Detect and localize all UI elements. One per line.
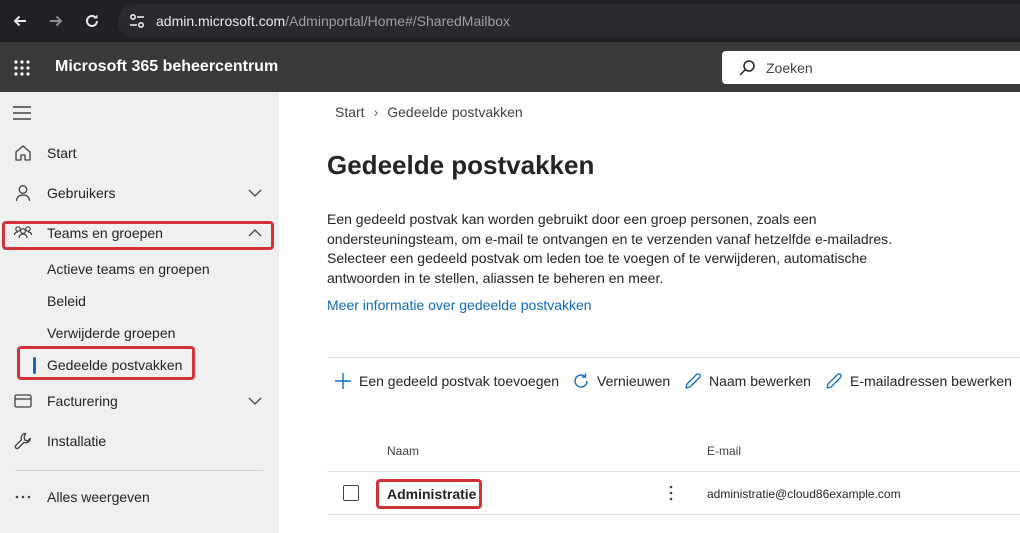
edit-name-label: Naam bewerken <box>709 373 811 389</box>
mailbox-email: administratie@cloud86example.com <box>707 487 901 501</box>
page-title: Gedeelde postvakken <box>327 150 595 180</box>
app-launcher-icon[interactable] <box>13 59 31 77</box>
home-icon <box>15 145 31 161</box>
edit-email-addresses-button[interactable]: E-mailadressen bewerken <box>825 370 1012 392</box>
add-shared-mailbox-button[interactable]: Een gedeeld postvak toevoegen <box>334 370 559 392</box>
column-header-email[interactable]: E-mail <box>707 444 741 458</box>
forward-button[interactable] <box>43 8 69 34</box>
sidebar-subitem-label: Beleid <box>47 293 86 309</box>
highlight-administratie <box>376 479 482 509</box>
billing-icon <box>14 394 32 408</box>
url-path: /Adminportal/Home#/SharedMailbox <box>285 13 511 29</box>
sidebar-item-alles-weergeven[interactable]: Alles weergeven <box>0 481 279 513</box>
chevron-down-icon[interactable] <box>248 187 262 199</box>
sidebar-item-label: Start <box>47 145 77 161</box>
chevron-right-icon: › <box>373 104 379 120</box>
search-icon <box>739 60 755 76</box>
highlight-gedeelde-postvakken <box>17 346 195 380</box>
pencil-icon <box>826 373 842 389</box>
row-checkbox[interactable] <box>343 485 359 501</box>
refresh-label: Vernieuwen <box>597 373 671 389</box>
highlight-teams-en-groepen <box>2 221 274 250</box>
sidebar-subitem-beleid[interactable]: Beleid <box>0 286 279 316</box>
person-icon <box>15 185 31 202</box>
edit-email-addresses-label: E-mailadressen bewerken <box>850 373 1012 389</box>
sidebar-subitem-label: Verwijderde groepen <box>47 325 176 341</box>
refresh-button[interactable]: Vernieuwen <box>572 370 670 392</box>
page-description: Een gedeeld postvak kan worden gebruikt … <box>327 211 893 286</box>
table-row-divider <box>327 514 1020 515</box>
url-host: admin.microsoft.com <box>156 13 286 29</box>
sidebar-item-facturering[interactable]: Facturering <box>0 385 279 417</box>
sidebar-item-installatie[interactable]: Installatie <box>0 425 279 457</box>
sidebar-item-start[interactable]: Start <box>0 137 279 169</box>
sidebar: Start Gebruikers Teams en groepen Actiev… <box>0 92 279 533</box>
refresh-icon <box>574 373 588 388</box>
sidebar-item-gebruikers[interactable]: Gebruikers <box>0 177 279 209</box>
sidebar-divider <box>15 470 263 471</box>
breadcrumb: Start › Gedeelde postvakken <box>335 104 523 120</box>
arrow-left-icon <box>13 15 26 27</box>
sidebar-item-label: Installatie <box>47 433 107 449</box>
breadcrumb-current: Gedeelde postvakken <box>387 104 523 120</box>
breadcrumb-root[interactable]: Start <box>335 104 365 120</box>
app-title[interactable]: Microsoft 365 beheercentrum <box>55 58 278 76</box>
search-input[interactable] <box>766 57 1006 79</box>
sidebar-item-label: Alles weergeven <box>47 489 150 505</box>
sidebar-subitem-verwijderde-groepen[interactable]: Verwijderde groepen <box>0 318 279 348</box>
table-header-divider <box>327 471 1020 472</box>
more-vertical-icon[interactable] <box>663 484 679 502</box>
plus-icon <box>335 373 351 389</box>
wrench-icon <box>14 432 31 450</box>
command-bar-divider <box>327 357 1020 358</box>
search-box[interactable] <box>722 51 1020 84</box>
pencil-icon <box>685 373 701 389</box>
sidebar-item-label: Gebruikers <box>47 185 116 201</box>
url-text: admin.microsoft.com/Adminportal/Home#/Sh… <box>156 13 510 29</box>
edit-name-button[interactable]: Naam bewerken <box>684 370 811 392</box>
sidebar-item-label: Facturering <box>47 393 118 409</box>
hamburger-menu-icon[interactable] <box>13 106 31 120</box>
chevron-down-icon[interactable] <box>248 395 262 407</box>
arrow-right-icon <box>50 15 63 27</box>
app-header: Microsoft 365 beheercentrum <box>0 42 1020 92</box>
sidebar-subitem-label: Actieve teams en groepen <box>47 261 210 277</box>
reload-icon <box>86 14 98 27</box>
column-header-name[interactable]: Naam <box>387 444 419 458</box>
more-info-link[interactable]: Meer informatie over gedeelde postvakken <box>327 297 592 313</box>
reload-button[interactable] <box>79 8 105 34</box>
sidebar-subitem-actieve-teams[interactable]: Actieve teams en groepen <box>0 254 279 284</box>
browser-toolbar: admin.microsoft.com/Adminportal/Home#/Sh… <box>0 0 1020 42</box>
address-bar[interactable]: admin.microsoft.com/Adminportal/Home#/Sh… <box>118 4 1020 38</box>
site-settings-icon[interactable] <box>128 13 146 29</box>
more-horizontal-icon <box>15 495 31 499</box>
add-shared-mailbox-label: Een gedeeld postvak toevoegen <box>359 373 560 389</box>
back-button[interactable] <box>7 8 33 34</box>
